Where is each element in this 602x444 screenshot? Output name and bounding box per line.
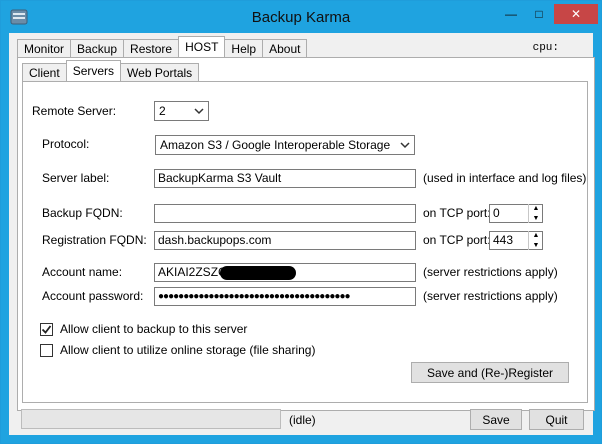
backup-fqdn-label: Backup FQDN:: [42, 206, 123, 220]
main-tab-bar: Monitor Backup Restore HOST Help About: [17, 36, 308, 57]
account-password-note: (server restrictions apply): [423, 289, 558, 303]
status-text: (idle): [289, 413, 316, 427]
host-tab-panel: Client Servers Web Portals Remote Server…: [17, 57, 595, 411]
backup-port-label: on TCP port:: [423, 206, 491, 220]
account-name-value: AKIAI2ZSZG: [158, 265, 228, 279]
remote-server-select[interactable]: 2: [154, 101, 209, 121]
maximize-icon: □: [535, 7, 543, 21]
save-button[interactable]: Save: [470, 409, 522, 430]
server-label-label: Server label:: [42, 171, 110, 185]
cpu-indicator: cpu:: [532, 42, 559, 54]
subtab-servers[interactable]: Servers: [65, 60, 122, 81]
title-bar[interactable]: Backup Karma — □ ✕: [1, 1, 601, 33]
server-label-note: (used in interface and log files): [423, 171, 587, 185]
tab-about[interactable]: About: [262, 39, 308, 57]
protocol-value: Amazon S3 / Google Interoperable Storage: [160, 138, 391, 152]
caret-down-icon[interactable]: ▼: [529, 214, 543, 224]
save-and-register-button[interactable]: Save and (Re-)Register: [411, 362, 569, 383]
account-name-note: (server restrictions apply): [423, 265, 558, 279]
app-window: Backup Karma — □ ✕ Monitor Backup Restor…: [0, 0, 602, 444]
account-password-input[interactable]: ●●●●●●●●●●●●●●●●●●●●●●●●●●●●●●●●●●●●●●: [154, 287, 416, 306]
backup-port-stepper[interactable]: ▲ ▼: [528, 204, 543, 223]
allow-backup-checkbox[interactable]: [40, 323, 53, 336]
tab-monitor[interactable]: Monitor: [17, 39, 72, 57]
caret-down-icon[interactable]: ▼: [529, 241, 543, 251]
servers-panel: Remote Server: 2 Protocol: Amazon S3 / G…: [22, 81, 588, 403]
close-button[interactable]: ✕: [554, 4, 598, 24]
host-subtab-bar: Client Servers Web Portals: [22, 60, 200, 81]
subtab-web-portals[interactable]: Web Portals: [120, 63, 200, 81]
caret-up-icon[interactable]: ▲: [529, 204, 543, 214]
allow-backup-label[interactable]: Allow client to backup to this server: [60, 322, 247, 336]
quit-button[interactable]: Quit: [529, 409, 584, 430]
checkmark-icon: [41, 325, 52, 334]
tab-restore[interactable]: Restore: [123, 39, 180, 57]
tab-host[interactable]: HOST: [178, 36, 226, 57]
backup-fqdn-input[interactable]: [154, 204, 416, 223]
redaction-mark: [220, 266, 296, 280]
subtab-client[interactable]: Client: [22, 63, 67, 81]
chevron-down-icon: [194, 108, 204, 115]
minimize-icon: —: [505, 7, 517, 21]
registration-fqdn-input[interactable]: dash.backupops.com: [154, 231, 416, 250]
tab-help[interactable]: Help: [224, 39, 264, 57]
registration-fqdn-label: Registration FQDN:: [42, 233, 147, 247]
remote-server-label: Remote Server:: [32, 104, 117, 118]
allow-storage-label[interactable]: Allow client to utilize online storage (…: [60, 343, 315, 357]
account-name-label: Account name:: [42, 265, 123, 279]
chevron-down-icon: [400, 142, 410, 149]
protocol-label: Protocol:: [42, 137, 90, 151]
maximize-button[interactable]: □: [524, 4, 554, 24]
caret-up-icon[interactable]: ▲: [529, 231, 543, 241]
remote-server-value: 2: [159, 104, 166, 118]
protocol-select[interactable]: Amazon S3 / Google Interoperable Storage: [155, 135, 415, 155]
registration-port-label: on TCP port:: [423, 233, 491, 247]
server-label-input[interactable]: BackupKarma S3 Vault: [154, 169, 416, 188]
close-icon: ✕: [570, 7, 582, 21]
account-password-label: Account password:: [42, 289, 144, 303]
tab-backup[interactable]: Backup: [70, 39, 125, 57]
allow-storage-checkbox[interactable]: [40, 344, 53, 357]
registration-port-stepper[interactable]: ▲ ▼: [528, 231, 543, 250]
window-client-area: Monitor Backup Restore HOST Help About c…: [9, 33, 595, 435]
minimize-button[interactable]: —: [496, 4, 526, 24]
progress-bar: [21, 409, 281, 429]
